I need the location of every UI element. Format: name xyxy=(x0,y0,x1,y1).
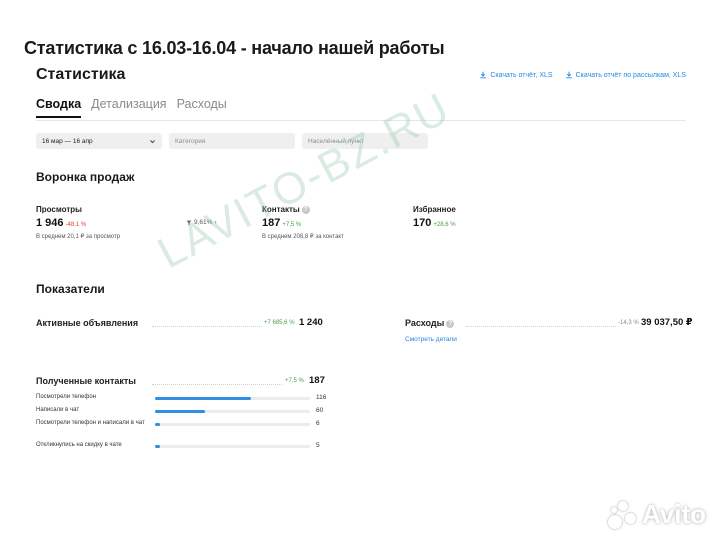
contacts-average: В среднем 208,8 ₽ за контакт xyxy=(262,234,344,240)
download-report-xls-link[interactable]: Скачать отчёт, XLS xyxy=(479,71,553,79)
breakdown-value: 116 xyxy=(316,394,327,401)
chevron-right-icon: › xyxy=(214,219,217,226)
tabs: Сводка Детализация Расходы xyxy=(36,97,227,118)
breakdown-bar-fill xyxy=(155,410,205,413)
breakdown-label: Посмотрели телефон и написали в чат xyxy=(36,420,145,426)
favorites-label: Избранное xyxy=(413,205,456,214)
conversion-rate: 9,61% › xyxy=(186,219,217,226)
breakdown-value: 60 xyxy=(316,407,324,414)
contacts-value: 187 +7,5 % xyxy=(262,217,301,229)
help-icon[interactable]: ? xyxy=(446,319,455,328)
download-icon xyxy=(565,71,572,79)
tab-summary[interactable]: Сводка xyxy=(36,97,82,118)
funnel-title: Воронка продаж xyxy=(36,170,135,184)
conversion-value: 9,61% xyxy=(194,219,213,226)
tab-expenses[interactable]: Расходы xyxy=(177,97,227,118)
category-placeholder: Категория xyxy=(175,137,206,145)
funnel-icon xyxy=(186,220,192,225)
tab-details[interactable]: Детализация xyxy=(91,97,166,118)
download-icon xyxy=(480,71,487,79)
indicators-title: Показатели xyxy=(36,282,105,296)
dotted-leader xyxy=(152,326,262,327)
active-ads-delta: +7 685,6 % xyxy=(264,320,295,326)
tabs-divider xyxy=(36,120,686,121)
page-title: Статистика xyxy=(36,66,126,83)
breakdown-bar-fill xyxy=(155,397,252,400)
contacts-number: 187 xyxy=(262,217,281,229)
dotted-leader xyxy=(152,384,282,385)
views-label: Просмотры xyxy=(36,205,83,214)
contacts-received-delta: +7,5 % xyxy=(285,378,304,384)
favorites-number: 170 xyxy=(413,217,432,229)
date-range-value: 16 мар — 16 апр xyxy=(42,137,93,145)
expenses-delta: -14,3 % xyxy=(618,320,639,326)
breakdown-label: Откликнулись на скидку в чате xyxy=(36,442,122,448)
favorites-value: 170 +28,6 % xyxy=(413,217,456,229)
expenses-label: Расходы? xyxy=(405,318,455,328)
breakdown-bar xyxy=(155,397,310,400)
contacts-received-value: 187 xyxy=(309,375,325,386)
contacts-label: Контакты? xyxy=(262,205,310,214)
location-select[interactable]: Населённый пункт xyxy=(302,133,428,149)
chevron-down-icon xyxy=(150,139,155,143)
breakdown-bar xyxy=(155,410,310,413)
location-placeholder: Населённый пункт xyxy=(308,137,364,145)
avito-logo: Avito xyxy=(607,499,706,530)
active-ads-label: Активные объявления xyxy=(36,318,139,328)
expenses-label-text: Расходы xyxy=(405,318,445,328)
views-number: 1 946 xyxy=(36,217,64,229)
breakdown-label: Посмотрели телефон xyxy=(36,394,96,400)
expenses-details-link[interactable]: Смотреть детали xyxy=(405,336,457,343)
breakdown-bar xyxy=(155,445,310,448)
favorites-delta: +28,6 % xyxy=(433,222,456,228)
avito-dots-icon xyxy=(607,500,636,529)
contacts-label-text: Контакты xyxy=(262,205,300,214)
dotted-leader xyxy=(466,326,616,327)
breakdown-value: 6 xyxy=(316,420,320,427)
avito-logo-text: Avito xyxy=(641,499,706,529)
expenses-value: 39 037,50 ₽ xyxy=(641,317,693,328)
category-select[interactable]: Категория xyxy=(169,133,295,149)
date-range-select[interactable]: 16 мар — 16 апр xyxy=(36,133,162,149)
breakdown-bar-fill xyxy=(155,445,160,448)
breakdown-bar xyxy=(155,423,310,426)
headline: Статистика с 16.03-16.04 - начало нашей … xyxy=(24,38,445,58)
help-icon[interactable]: ? xyxy=(301,205,310,214)
views-delta: -48.1 % xyxy=(65,222,87,228)
active-ads-value: 1 240 xyxy=(299,317,323,328)
views-value: 1 946 -48.1 % xyxy=(36,217,86,229)
breakdown-value: 5 xyxy=(316,442,320,449)
contacts-received-label: Полученные контакты xyxy=(36,376,136,386)
download-links: Скачать отчёт, XLS Скачать отчёт по расс… xyxy=(479,71,686,79)
download-mailing-report-xls-link[interactable]: Скачать отчёт по рассылкам, XLS xyxy=(565,71,686,79)
views-average: В среднем 20,1 ₽ за просмотр xyxy=(36,234,121,240)
download-mailing-report-xls-label: Скачать отчёт по рассылкам, XLS xyxy=(575,71,686,79)
breakdown-bar-fill xyxy=(155,423,160,426)
download-report-xls-label: Скачать отчёт, XLS xyxy=(490,71,553,79)
breakdown-label: Написали в чат xyxy=(36,407,80,413)
contacts-delta: +7,5 % xyxy=(282,222,302,228)
